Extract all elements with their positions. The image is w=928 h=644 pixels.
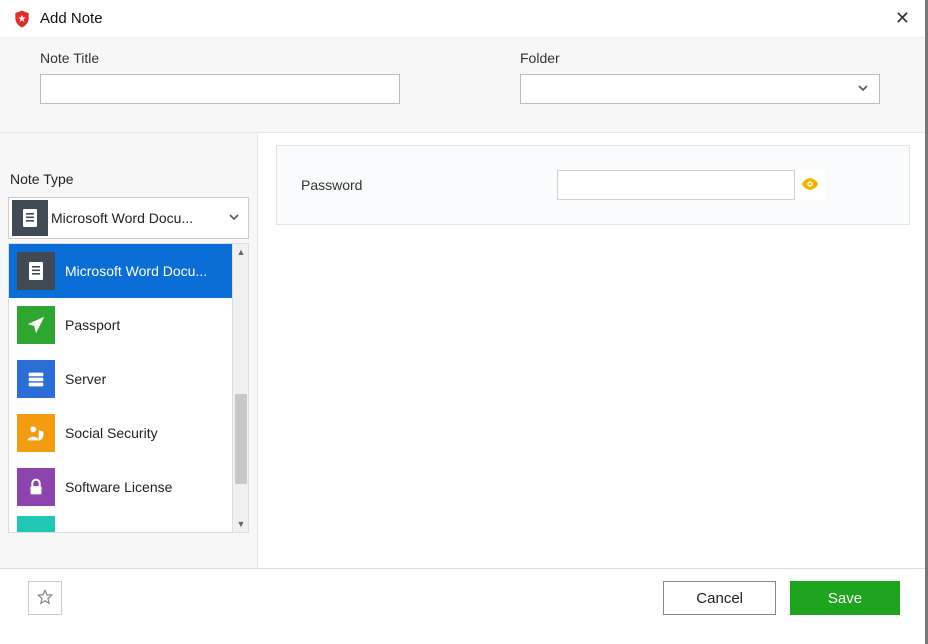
- person-shield-icon: [17, 414, 55, 452]
- favorite-button[interactable]: [28, 581, 62, 615]
- partial-icon: [17, 516, 55, 532]
- reveal-password-button[interactable]: [795, 170, 825, 200]
- password-label: Password: [277, 177, 557, 193]
- folder-field: Folder: [520, 50, 880, 104]
- list-item[interactable]: Server: [9, 352, 232, 406]
- eye-icon: [800, 177, 820, 194]
- note-type-selected-label: Microsoft Word Docu...: [51, 210, 220, 226]
- close-button[interactable]: ✕: [889, 8, 916, 29]
- list-item-label: Software License: [65, 479, 172, 495]
- password-input[interactable]: [557, 170, 795, 200]
- list-item[interactable]: Software License: [9, 460, 232, 514]
- note-type-list-wrap: Microsoft Word Docu... Passport Server: [8, 243, 249, 533]
- note-title-field: Note Title: [40, 50, 400, 104]
- content-area: Password: [258, 133, 928, 568]
- lock-icon: [17, 468, 55, 506]
- folder-select[interactable]: [520, 74, 880, 104]
- note-type-label: Note Type: [0, 171, 257, 197]
- list-item-label: Social Security: [65, 425, 158, 441]
- list-item[interactable]: [9, 514, 232, 532]
- airplane-icon: [17, 306, 55, 344]
- list-item[interactable]: Passport: [9, 298, 232, 352]
- list-item[interactable]: Microsoft Word Docu...: [9, 244, 232, 298]
- server-icon: [17, 360, 55, 398]
- document-icon: [12, 200, 48, 236]
- top-form: Note Title Folder: [0, 38, 928, 133]
- list-item-label: Passport: [65, 317, 120, 333]
- window-title: Add Note: [40, 10, 889, 27]
- cancel-button[interactable]: Cancel: [663, 581, 776, 615]
- scroll-down-arrow-icon[interactable]: ▼: [233, 516, 249, 532]
- note-title-label: Note Title: [40, 50, 400, 66]
- note-title-input[interactable]: [40, 74, 400, 104]
- titlebar: Add Note ✕: [0, 0, 928, 38]
- chevron-down-icon: [857, 81, 869, 97]
- footer: Cancel Save: [0, 569, 928, 627]
- scroll-up-arrow-icon[interactable]: ▲: [233, 244, 249, 260]
- list-item-label: Server: [65, 371, 106, 387]
- folder-label: Folder: [520, 50, 880, 66]
- star-icon: [36, 588, 54, 609]
- note-type-select[interactable]: Microsoft Word Docu...: [8, 197, 249, 239]
- app-logo-icon: [12, 9, 32, 29]
- scrollbar[interactable]: ▲ ▼: [232, 244, 248, 532]
- list-item[interactable]: Social Security: [9, 406, 232, 460]
- save-button[interactable]: Save: [790, 581, 900, 615]
- document-icon: [17, 252, 55, 290]
- chevron-down-icon: [220, 210, 248, 226]
- password-input-wrap: [557, 170, 825, 200]
- list-item-label: Microsoft Word Docu...: [65, 263, 207, 279]
- note-type-listbox: Microsoft Word Docu... Passport Server: [9, 244, 232, 532]
- password-card: Password: [276, 145, 910, 225]
- main-area: Note Type Microsoft Word Docu... Microso…: [0, 133, 928, 569]
- scroll-thumb[interactable]: [235, 394, 247, 484]
- sidebar: Note Type Microsoft Word Docu... Microso…: [0, 133, 258, 568]
